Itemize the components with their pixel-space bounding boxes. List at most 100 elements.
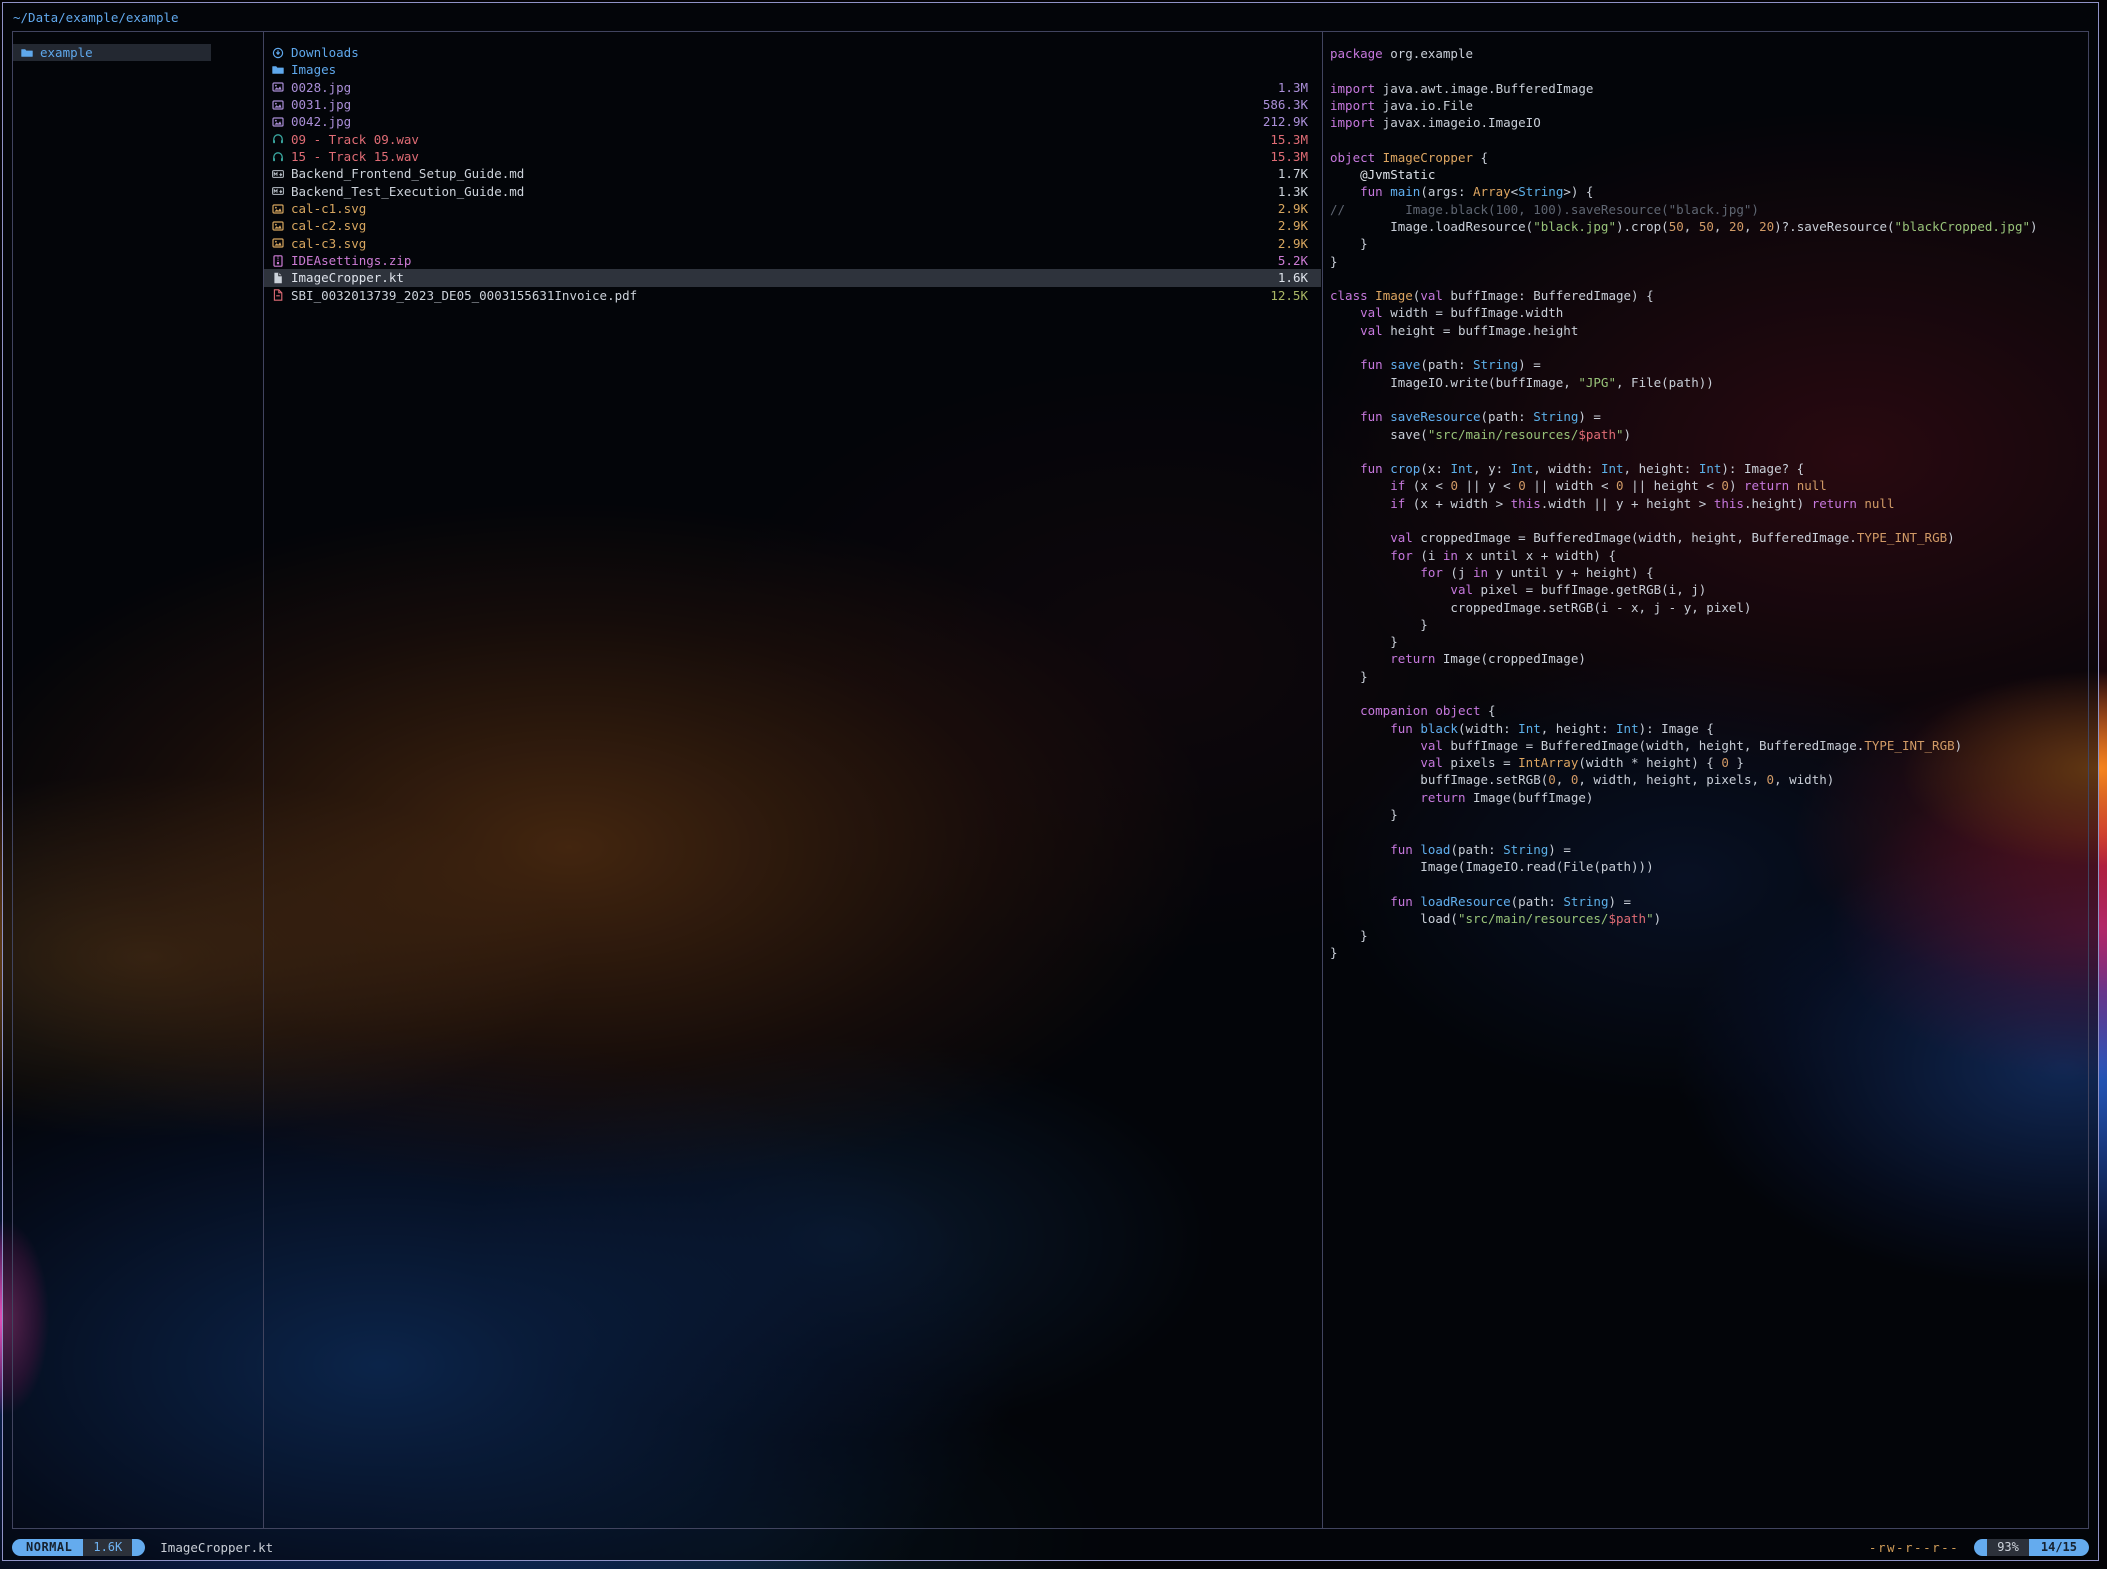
file-row[interactable]: 09 - Track 09.wav 15.3M: [264, 131, 1321, 148]
file-name: ImageCropper.kt: [291, 270, 404, 285]
file-size: 586.3K: [1263, 97, 1308, 112]
file-list-pane: DownloadsImages 0028.jpg 1.3M 0031.jpg 586.3…: [264, 44, 1321, 304]
file-name: Backend_Test_Execution_Guide.md: [291, 184, 524, 199]
file-size: 15.3M: [1270, 149, 1308, 164]
file-name: 0031.jpg: [291, 97, 351, 112]
file-name: cal-c1.svg: [291, 201, 366, 216]
file-size: 1.6K: [1278, 270, 1308, 285]
file-name: 0042.jpg: [291, 114, 351, 129]
file-row[interactable]: Images: [264, 61, 1321, 78]
code-line: load("src/main/resources/$path"): [1330, 910, 2087, 927]
file-row[interactable]: 0028.jpg 1.3M: [264, 79, 1321, 96]
code-line: [1330, 875, 2087, 892]
image-icon: [272, 99, 284, 111]
parent-dir-row[interactable]: example: [13, 44, 211, 61]
code-line: [1330, 443, 2087, 460]
file-permissions: -rw-r--r--: [1869, 1540, 1959, 1555]
code-line: @JvmStatic: [1330, 166, 2087, 183]
code-line: [1330, 685, 2087, 702]
code-line: if (x + width > this.width || y + height…: [1330, 495, 2087, 512]
code-line: val croppedImage = BufferedImage(width, …: [1330, 529, 2087, 546]
image-icon: [272, 220, 284, 232]
list-position: 14/15: [2029, 1539, 2089, 1556]
code-line: Image.loadResource("black.jpg").crop(50,…: [1330, 218, 2087, 235]
pill-cap: [1974, 1539, 1987, 1556]
image-icon: [272, 81, 284, 93]
audio-icon: [272, 151, 284, 163]
archive-icon: [272, 255, 284, 267]
file-row[interactable]: Backend_Frontend_Setup_Guide.md1.7K: [264, 165, 1321, 182]
status-file-name: ImageCropper.kt: [160, 1540, 273, 1555]
folder-icon: [272, 64, 284, 76]
file-name: example: [40, 45, 93, 60]
code-line: }: [1330, 806, 2087, 823]
folder-icon: [21, 47, 33, 59]
code-line: val height = buffImage.height: [1330, 322, 2087, 339]
code-line: companion object {: [1330, 702, 2087, 719]
file-row[interactable]: ImageCropper.kt 1.6K: [264, 269, 1321, 286]
file-name: IDEAsettings.zip: [291, 253, 411, 268]
code-line: croppedImage.setRGB(i - x, j - y, pixel): [1330, 599, 2087, 616]
image-icon: [272, 203, 284, 215]
file-size: 1.3K: [1278, 184, 1308, 199]
file-size: 1.7K: [1278, 166, 1308, 181]
file-size-badge: 1.6K: [83, 1539, 132, 1556]
file-size: 2.9K: [1278, 201, 1308, 216]
file-row[interactable]: cal-c3.svg2.9K: [264, 235, 1321, 252]
code-line: for (j in y until y + height) {: [1330, 564, 2087, 581]
code-line: fun save(path: String) =: [1330, 356, 2087, 373]
file-name: 09 - Track 09.wav: [291, 132, 419, 147]
file-size: 12.5K: [1270, 288, 1308, 303]
file-size: 2.9K: [1278, 236, 1308, 251]
code-line: // Image.black(100, 100).saveResource("b…: [1330, 201, 2087, 218]
code-line: object ImageCropper {: [1330, 149, 2087, 166]
status-bar: NORMAL 1.6K ImageCropper.kt -rw-r--r-- 9…: [12, 1537, 2089, 1557]
code-line: [1330, 512, 2087, 529]
code-line: fun load(path: String) =: [1330, 841, 2087, 858]
file-row[interactable]: Downloads: [264, 44, 1321, 61]
file-name: Downloads: [291, 45, 359, 60]
parent-pane: example: [13, 44, 211, 61]
code-line: import java.awt.image.BufferedImage: [1330, 80, 2087, 97]
file-row[interactable]: 0042.jpg 212.9K: [264, 113, 1321, 130]
code-line: val pixels = IntArray(width * height) { …: [1330, 754, 2087, 771]
code-line: for (i in x until x + width) {: [1330, 547, 2087, 564]
code-line: }: [1330, 235, 2087, 252]
code-line: }: [1330, 253, 2087, 270]
code-line: val width = buffImage.width: [1330, 304, 2087, 321]
file-row[interactable]: cal-c1.svg 2.9K: [264, 200, 1321, 217]
code-line: Image(ImageIO.read(File(path))): [1330, 858, 2087, 875]
code-line: return Image(croppedImage): [1330, 650, 2087, 667]
file-row[interactable]: IDEAsettings.zip5.2K: [264, 252, 1321, 269]
file-size: 1.3M: [1278, 80, 1308, 95]
file-row[interactable]: Backend_Test_Execution_Guide.md 1.3K: [264, 183, 1321, 200]
code-line: }: [1330, 927, 2087, 944]
tab-bar: ~/Data/example/example: [13, 7, 179, 27]
preview-pane: package org.example import java.awt.imag…: [1330, 45, 2087, 962]
file-row[interactable]: cal-c2.svg2.9K: [264, 217, 1321, 234]
file-name: cal-c2.svg: [291, 218, 366, 233]
file-row[interactable]: 15 - Track 15.wav 15.3M: [264, 148, 1321, 165]
code-line: [1330, 823, 2087, 840]
code-line: }: [1330, 944, 2087, 961]
file-icon: [272, 272, 284, 284]
code-line: ImageIO.write(buffImage, "JPG", File(pat…: [1330, 374, 2087, 391]
position-pill: 93% 14/15: [1974, 1539, 2089, 1556]
file-row[interactable]: SBI_0032013739_2023_DE05_0003155631Invoi…: [264, 287, 1321, 304]
code-line: [1330, 62, 2087, 79]
file-row[interactable]: 0031.jpg 586.3K: [264, 96, 1321, 113]
code-line: }: [1330, 668, 2087, 685]
current-path: ~/Data/example/example: [13, 10, 179, 25]
code-line: [1330, 270, 2087, 287]
scroll-percent: 93%: [1987, 1539, 2029, 1556]
file-name: 0028.jpg: [291, 80, 351, 95]
file-name: 15 - Track 15.wav: [291, 149, 419, 164]
code-line: fun main(args: Array<String>) {: [1330, 183, 2087, 200]
file-size: 15.3M: [1270, 132, 1308, 147]
code-line: fun loadResource(path: String) =: [1330, 893, 2087, 910]
download-folder-icon: [272, 47, 284, 59]
code-line: import java.io.File: [1330, 97, 2087, 114]
code-line: val pixel = buffImage.getRGB(i, j): [1330, 581, 2087, 598]
code-line: fun saveResource(path: String) =: [1330, 408, 2087, 425]
file-size: 212.9K: [1263, 114, 1308, 129]
